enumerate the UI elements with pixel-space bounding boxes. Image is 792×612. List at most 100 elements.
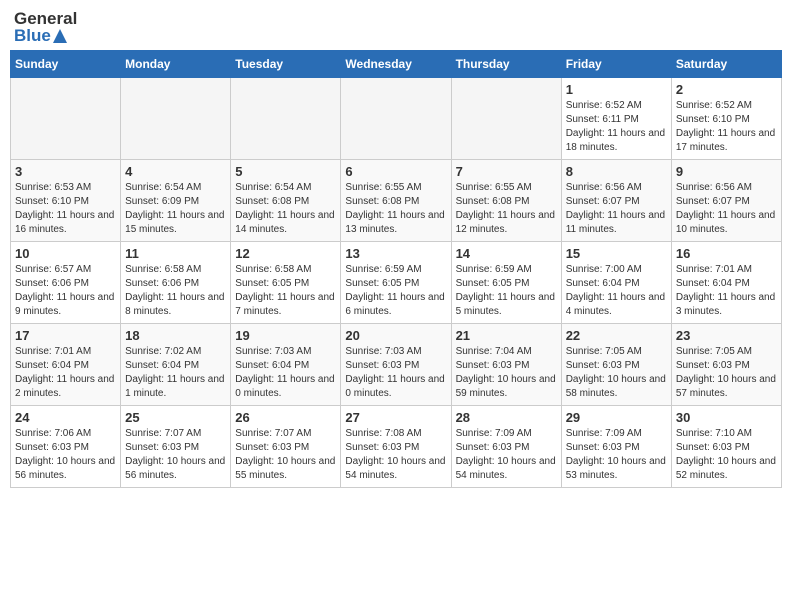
calendar-cell: 9 Sunrise: 6:56 AM Sunset: 6:07 PM Daylig…	[671, 160, 781, 242]
day-number: 21	[456, 328, 557, 343]
day-number: 12	[235, 246, 336, 261]
calendar-cell: 30 Sunrise: 7:10 AM Sunset: 6:03 PM Dayli…	[671, 406, 781, 488]
day-number: 13	[345, 246, 446, 261]
day-info: Sunrise: 6:58 AM Sunset: 6:06 PM Dayligh…	[125, 263, 226, 319]
day-number: 20	[345, 328, 446, 343]
day-info: Sunrise: 6:55 AM Sunset: 6:08 PM Dayligh…	[456, 181, 557, 237]
calendar-cell: 23 Sunrise: 7:05 AM Sunset: 6:03 PM Dayli…	[671, 324, 781, 406]
calendar-cell: 3 Sunrise: 6:53 AM Sunset: 6:10 PM Daylig…	[11, 160, 121, 242]
calendar-cell: 19 Sunrise: 7:03 AM Sunset: 6:04 PM Dayli…	[231, 324, 341, 406]
header-monday: Monday	[121, 51, 231, 78]
calendar-cell	[341, 78, 451, 160]
day-number: 5	[235, 164, 336, 179]
day-number: 25	[125, 410, 226, 425]
calendar-cell: 14 Sunrise: 6:59 AM Sunset: 6:05 PM Dayli…	[451, 242, 561, 324]
calendar-cell	[231, 78, 341, 160]
day-number: 14	[456, 246, 557, 261]
day-number: 10	[15, 246, 116, 261]
calendar-week-3: 17 Sunrise: 7:01 AM Sunset: 6:04 PM Dayli…	[11, 324, 782, 406]
day-info: Sunrise: 7:08 AM Sunset: 6:03 PM Dayligh…	[345, 427, 446, 483]
calendar-cell: 18 Sunrise: 7:02 AM Sunset: 6:04 PM Dayli…	[121, 324, 231, 406]
logo-svg: General Blue	[14, 10, 77, 44]
logo-general: General	[14, 10, 77, 27]
day-number: 30	[676, 410, 777, 425]
header-sunday: Sunday	[11, 51, 121, 78]
page-header: General Blue	[10, 10, 782, 44]
calendar-cell: 21Sunrise: 7:04 AM Sunset: 6:03 PM Dayli…	[451, 324, 561, 406]
day-number: 15	[566, 246, 667, 261]
day-info: Sunrise: 7:00 AM Sunset: 6:04 PM Dayligh…	[566, 263, 667, 319]
header-tuesday: Tuesday	[231, 51, 341, 78]
day-number: 24	[15, 410, 116, 425]
calendar-cell: 29 Sunrise: 7:09 AM Sunset: 6:03 PM Dayli…	[561, 406, 671, 488]
calendar-cell	[11, 78, 121, 160]
calendar-cell: 13 Sunrise: 6:59 AM Sunset: 6:05 PM Dayli…	[341, 242, 451, 324]
day-number: 17	[15, 328, 116, 343]
day-info: Sunrise: 7:03 AM Sunset: 6:03 PM Dayligh…	[345, 345, 446, 401]
calendar-cell: 8 Sunrise: 6:56 AM Sunset: 6:07 PM Daylig…	[561, 160, 671, 242]
day-info: Sunrise: 7:09 AM Sunset: 6:03 PM Dayligh…	[456, 427, 557, 483]
calendar-cell: 12 Sunrise: 6:58 AM Sunset: 6:05 PM Dayli…	[231, 242, 341, 324]
day-number: 16	[676, 246, 777, 261]
day-info: Sunrise: 6:53 AM Sunset: 6:10 PM Dayligh…	[15, 181, 116, 237]
calendar-week-2: 10 Sunrise: 6:57 AM Sunset: 6:06 PM Dayli…	[11, 242, 782, 324]
calendar-cell	[451, 78, 561, 160]
day-info: Sunrise: 6:54 AM Sunset: 6:08 PM Dayligh…	[235, 181, 336, 237]
day-number: 7	[456, 164, 557, 179]
day-number: 23	[676, 328, 777, 343]
logo-blue: Blue	[14, 27, 77, 44]
calendar-cell: 25Sunrise: 7:07 AM Sunset: 6:03 PM Dayli…	[121, 406, 231, 488]
day-number: 26	[235, 410, 336, 425]
calendar-cell: 17 Sunrise: 7:01 AM Sunset: 6:04 PM Dayli…	[11, 324, 121, 406]
calendar-cell: 1 Sunrise: 6:52 AM Sunset: 6:11 PM Daylig…	[561, 78, 671, 160]
calendar-cell: 10 Sunrise: 6:57 AM Sunset: 6:06 PM Dayli…	[11, 242, 121, 324]
calendar-cell: 6 Sunrise: 6:55 AM Sunset: 6:08 PM Daylig…	[341, 160, 451, 242]
day-info: Sunrise: 6:55 AM Sunset: 6:08 PM Dayligh…	[345, 181, 446, 237]
calendar-cell: 26Sunrise: 7:07 AM Sunset: 6:03 PM Dayli…	[231, 406, 341, 488]
day-info: Sunrise: 7:01 AM Sunset: 6:04 PM Dayligh…	[15, 345, 116, 401]
day-number: 9	[676, 164, 777, 179]
calendar-cell: 16Sunrise: 7:01 AM Sunset: 6:04 PM Dayli…	[671, 242, 781, 324]
day-number: 29	[566, 410, 667, 425]
calendar-cell: 22Sunrise: 7:05 AM Sunset: 6:03 PM Dayli…	[561, 324, 671, 406]
day-info: Sunrise: 6:59 AM Sunset: 6:05 PM Dayligh…	[345, 263, 446, 319]
day-info: Sunrise: 6:57 AM Sunset: 6:06 PM Dayligh…	[15, 263, 116, 319]
day-number: 8	[566, 164, 667, 179]
day-info: Sunrise: 6:59 AM Sunset: 6:05 PM Dayligh…	[456, 263, 557, 319]
calendar-cell	[121, 78, 231, 160]
day-number: 11	[125, 246, 226, 261]
day-info: Sunrise: 7:06 AM Sunset: 6:03 PM Dayligh…	[15, 427, 116, 483]
day-number: 6	[345, 164, 446, 179]
calendar-week-4: 24 Sunrise: 7:06 AM Sunset: 6:03 PM Dayli…	[11, 406, 782, 488]
calendar-cell: 27Sunrise: 7:08 AM Sunset: 6:03 PM Dayli…	[341, 406, 451, 488]
day-number: 4	[125, 164, 226, 179]
day-info: Sunrise: 7:09 AM Sunset: 6:03 PM Dayligh…	[566, 427, 667, 483]
calendar-cell: 24 Sunrise: 7:06 AM Sunset: 6:03 PM Dayli…	[11, 406, 121, 488]
calendar-cell: 4Sunrise: 6:54 AM Sunset: 6:09 PM Daylig…	[121, 160, 231, 242]
day-info: Sunrise: 6:56 AM Sunset: 6:07 PM Dayligh…	[676, 181, 777, 237]
day-info: Sunrise: 7:05 AM Sunset: 6:03 PM Dayligh…	[676, 345, 777, 401]
calendar-week-0: 1 Sunrise: 6:52 AM Sunset: 6:11 PM Daylig…	[11, 78, 782, 160]
day-info: Sunrise: 7:10 AM Sunset: 6:03 PM Dayligh…	[676, 427, 777, 483]
calendar-cell: 15 Sunrise: 7:00 AM Sunset: 6:04 PM Dayli…	[561, 242, 671, 324]
calendar-cell: 11 Sunrise: 6:58 AM Sunset: 6:06 PM Dayli…	[121, 242, 231, 324]
header-wednesday: Wednesday	[341, 51, 451, 78]
day-number: 22	[566, 328, 667, 343]
day-info: Sunrise: 7:03 AM Sunset: 6:04 PM Dayligh…	[235, 345, 336, 401]
calendar-week-1: 3 Sunrise: 6:53 AM Sunset: 6:10 PM Daylig…	[11, 160, 782, 242]
calendar-cell: 2Sunrise: 6:52 AM Sunset: 6:10 PM Daylig…	[671, 78, 781, 160]
day-number: 1	[566, 82, 667, 97]
header-thursday: Thursday	[451, 51, 561, 78]
calendar-cell: 20 Sunrise: 7:03 AM Sunset: 6:03 PM Dayli…	[341, 324, 451, 406]
day-number: 28	[456, 410, 557, 425]
header-friday: Friday	[561, 51, 671, 78]
day-number: 3	[15, 164, 116, 179]
day-info: Sunrise: 7:02 AM Sunset: 6:04 PM Dayligh…	[125, 345, 226, 401]
calendar-cell: 5 Sunrise: 6:54 AM Sunset: 6:08 PM Daylig…	[231, 160, 341, 242]
day-number: 18	[125, 328, 226, 343]
day-info: Sunrise: 6:56 AM Sunset: 6:07 PM Dayligh…	[566, 181, 667, 237]
calendar-cell: 7 Sunrise: 6:55 AM Sunset: 6:08 PM Daylig…	[451, 160, 561, 242]
day-number: 19	[235, 328, 336, 343]
day-info: Sunrise: 6:58 AM Sunset: 6:05 PM Dayligh…	[235, 263, 336, 319]
day-info: Sunrise: 6:52 AM Sunset: 6:11 PM Dayligh…	[566, 99, 667, 155]
